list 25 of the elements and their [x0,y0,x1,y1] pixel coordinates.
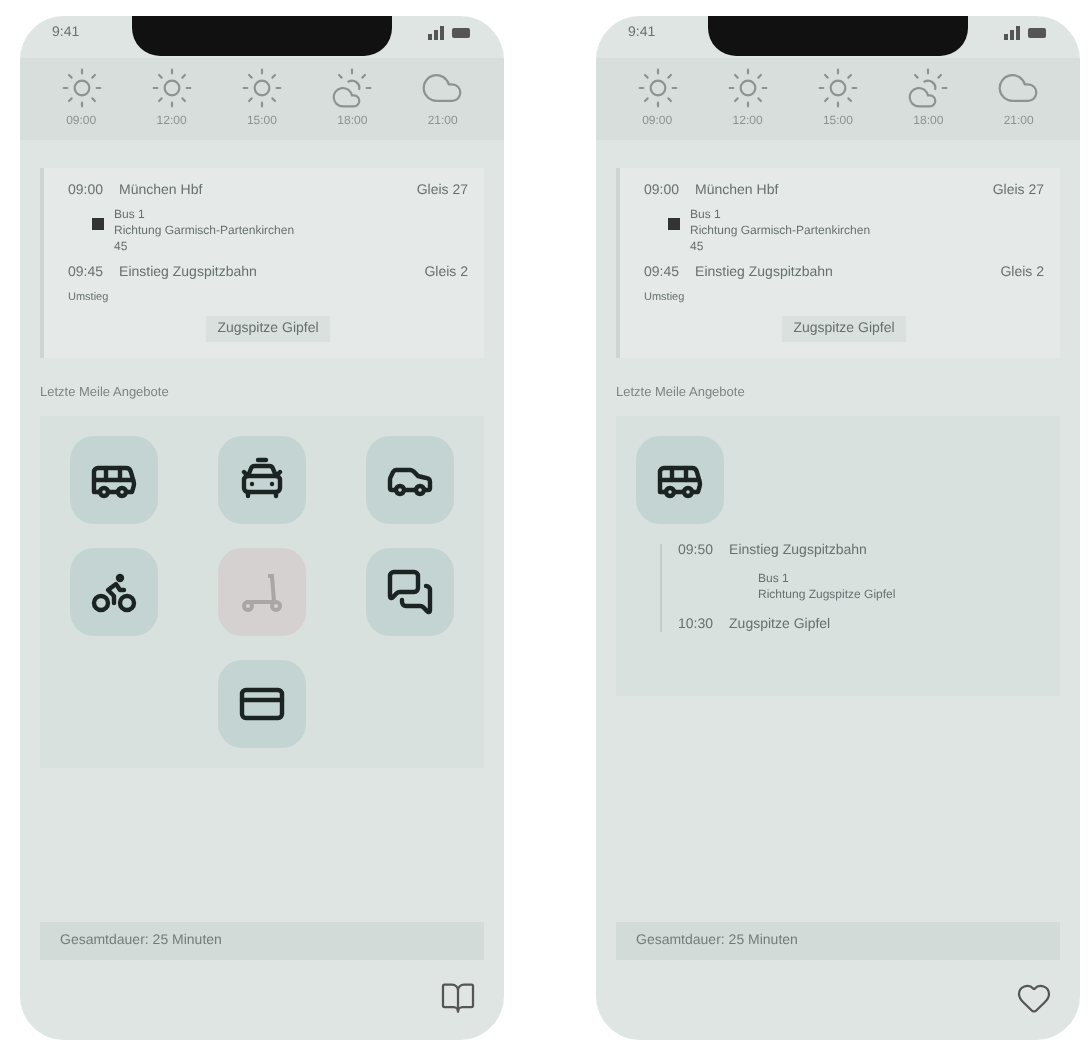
cloud-sun-icon [906,66,951,110]
heart-icon[interactable] [1016,980,1052,1016]
chat-icon [386,568,434,616]
sun-icon [149,66,194,110]
cloud-sun-icon [330,66,375,110]
mobility-option[interactable] [218,436,306,524]
sun-icon [59,66,104,110]
sun-icon [239,66,284,110]
mobility-option[interactable] [636,436,724,524]
book-icon[interactable] [440,980,476,1016]
scooter-icon [238,568,286,616]
bicycle-icon [90,568,138,616]
sun-icon [725,66,770,110]
mobility-option[interactable] [70,436,158,524]
vehicle-marker [92,218,104,230]
mobility-option[interactable] [70,548,158,636]
vehicle-marker [668,218,680,230]
taxi-icon [238,456,286,504]
mobility-option[interactable] [366,436,454,524]
status-icons [1004,26,1048,40]
mobility-option[interactable] [366,548,454,636]
mobility-option[interactable] [218,660,306,748]
status-icons [428,26,472,40]
sun-icon [635,66,680,110]
sun-icon [815,66,860,110]
